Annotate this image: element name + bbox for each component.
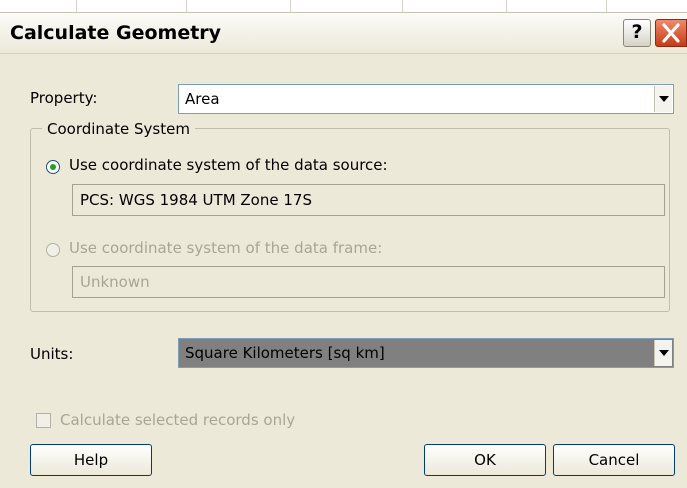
chevron-down-icon [659, 350, 669, 356]
column-divider [76, 0, 77, 12]
column-divider [186, 0, 187, 12]
background-window-strip [0, 0, 687, 13]
property-value: Area [185, 90, 220, 108]
source-coordinate-field: PCS: WGS 1984 UTM Zone 17S [72, 184, 665, 216]
dropdown-arrow-button[interactable] [654, 340, 672, 366]
source-coordinate-radio[interactable] [46, 160, 60, 174]
property-label: Property: [30, 89, 98, 107]
close-button[interactable] [655, 19, 687, 47]
cancel-button[interactable]: Cancel [553, 444, 675, 476]
source-coordinate-label[interactable]: Use coordinate system of the data source… [69, 156, 388, 174]
column-divider [606, 0, 607, 12]
selected-records-label[interactable]: Calculate selected records only [60, 411, 295, 429]
chevron-down-icon [659, 96, 669, 102]
units-value: Square Kilometers [sq km] [185, 344, 385, 362]
dropdown-arrow-button[interactable] [654, 86, 672, 112]
help-button[interactable]: Help [30, 444, 152, 476]
units-label: Units: [30, 345, 74, 363]
property-dropdown[interactable]: Area [178, 84, 674, 114]
dialog-title: Calculate Geometry [10, 22, 222, 44]
title-bar[interactable]: Calculate Geometry ? [0, 13, 687, 54]
units-dropdown[interactable]: Square Kilometers [sq km] [178, 338, 674, 368]
column-divider [506, 0, 507, 12]
frame-coordinate-value: Unknown [80, 273, 150, 291]
frame-coordinate-label[interactable]: Use coordinate system of the data frame: [69, 239, 382, 257]
source-coordinate-value: PCS: WGS 1984 UTM Zone 17S [80, 191, 312, 209]
ok-button[interactable]: OK [424, 444, 546, 476]
column-divider [402, 0, 403, 12]
frame-coordinate-field: Unknown [72, 266, 665, 298]
frame-coordinate-radio[interactable] [46, 243, 60, 257]
context-help-button[interactable]: ? [623, 19, 651, 47]
column-divider [290, 0, 291, 12]
close-x-icon [662, 23, 680, 43]
selected-records-checkbox[interactable] [36, 413, 51, 428]
coordinate-system-legend: Coordinate System [42, 120, 195, 138]
